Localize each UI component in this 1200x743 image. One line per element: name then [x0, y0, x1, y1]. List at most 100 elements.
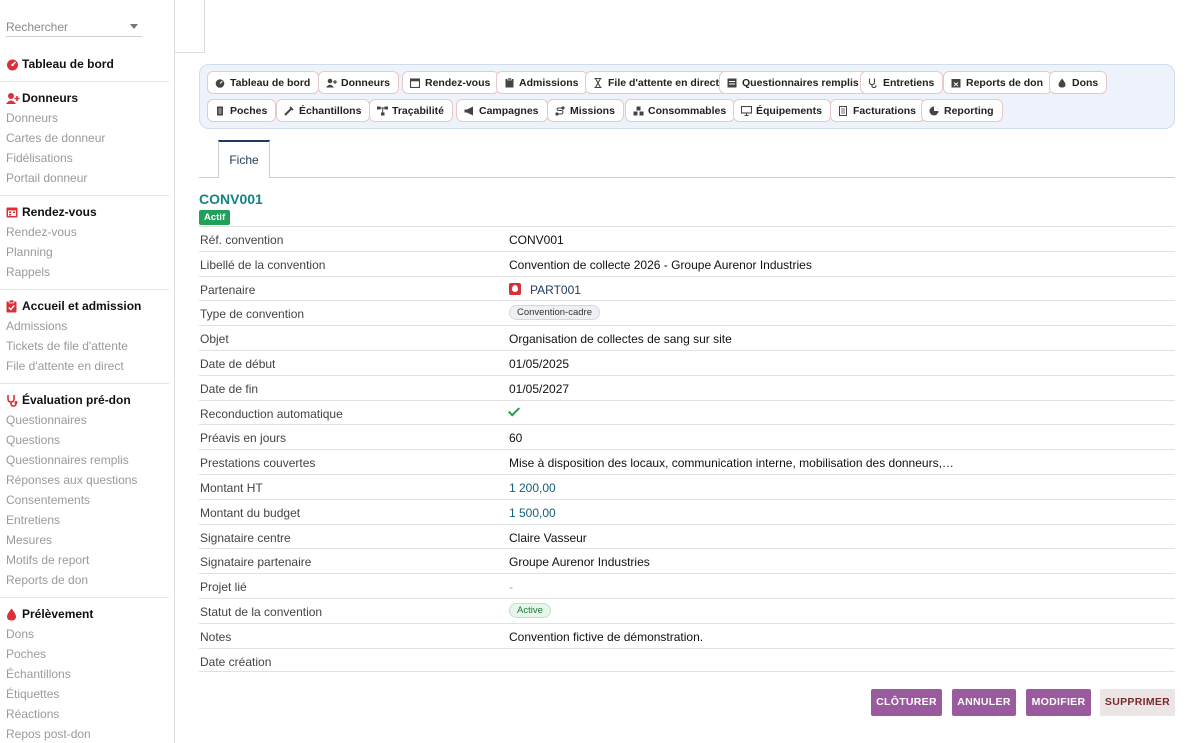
nav-campagnes[interactable]: Campagnes	[456, 99, 548, 122]
sidebar-item-reponses[interactable]: Réponses aux questions	[0, 470, 169, 490]
sidebar-item-repos-post-don[interactable]: Repos post-don	[0, 724, 169, 743]
sidebar-item-etiquettes[interactable]: Étiquettes	[0, 684, 169, 704]
nav-label: Questionnaires remplis	[742, 76, 859, 89]
detail-table: Réf. convention CONV001 Libellé de la co…	[199, 226, 1175, 673]
field-row-preavis: Préavis en jours 60	[199, 424, 1175, 449]
user-plus-icon	[6, 92, 20, 105]
sidebar-section-title[interactable]: Donneurs	[0, 88, 169, 108]
sidebar-section-label: Accueil et admission	[22, 299, 142, 313]
nav-admissions[interactable]: Admissions	[496, 71, 588, 94]
tab-fiche[interactable]: Fiche	[218, 140, 270, 178]
sidebar-dashboard-label: Tableau de bord	[22, 57, 114, 71]
sidebar-item-donneurs[interactable]: Donneurs	[0, 108, 169, 128]
nav-label: Admissions	[519, 76, 579, 89]
sidebar-item-consentements[interactable]: Consentements	[0, 490, 169, 510]
sidebar-item-cartes-de-donneur[interactable]: Cartes de donneur	[0, 128, 169, 148]
route-icon	[555, 105, 565, 116]
nav-questionnaires-remplis[interactable]: Questionnaires remplis	[719, 71, 868, 94]
partenaire-link[interactable]: PART001	[530, 283, 581, 297]
field-row-prestations: Prestations couvertes Mise à disposition…	[199, 449, 1175, 474]
field-row-objet: Objet Organisation de collectes de sang …	[199, 325, 1175, 350]
sidebar-item-reactions[interactable]: Réactions	[0, 704, 169, 724]
gauge-icon	[215, 78, 225, 88]
modifier-button[interactable]: MODIFIER	[1026, 689, 1091, 716]
nav-missions[interactable]: Missions	[547, 99, 624, 122]
field-label: Prestations couvertes	[200, 456, 316, 471]
field-label: Reconduction automatique	[200, 406, 343, 421]
sidebar-item-poches[interactable]: Poches	[0, 644, 169, 664]
nav-donneurs[interactable]: Donneurs	[318, 71, 400, 94]
sidebar-item-motifs-report[interactable]: Motifs de report	[0, 550, 169, 570]
nav-entretiens[interactable]: Entretiens	[860, 71, 944, 94]
field-label: Montant du budget	[200, 505, 301, 520]
sidebar-item-rendez-vous[interactable]: Rendez-vous	[0, 222, 169, 242]
nav-tableau-de-bord[interactable]: Tableau de bord	[207, 71, 320, 94]
search-select[interactable]: Rechercher	[6, 17, 142, 37]
nav-echantillons[interactable]: Échantillons	[276, 99, 371, 122]
nav-reports-de-don[interactable]: Reports de don	[943, 71, 1053, 94]
nav-poches[interactable]: Poches	[207, 99, 277, 122]
sidebar-section-title[interactable]: Accueil et admission	[0, 296, 169, 316]
nav-label: Poches	[230, 104, 268, 117]
sidebar-item-portail-donneur[interactable]: Portail donneur	[0, 168, 169, 188]
sidebar-item-mesures[interactable]: Mesures	[0, 530, 169, 550]
field-label: Type de convention	[200, 307, 305, 322]
supprimer-button[interactable]: SUPPRIMER	[1100, 689, 1175, 716]
nav-file-attente[interactable]: File d'attente en direct	[585, 71, 729, 94]
nav-tracabilite[interactable]: Traçabilité	[369, 99, 453, 122]
field-label: Date de début	[200, 356, 276, 371]
sidebar-item-admissions[interactable]: Admissions	[0, 316, 169, 336]
sidebar-item-tickets[interactable]: Tickets de file d'attente	[0, 336, 169, 356]
field-label: Libellé de la convention	[200, 257, 326, 272]
divider	[0, 289, 169, 290]
type-tag: Convention-cadre	[509, 305, 600, 321]
nav-consommables[interactable]: Consommables	[625, 99, 736, 122]
sidebar-item-reports-don[interactable]: Reports de don	[0, 570, 169, 590]
sidebar-item-dons[interactable]: Dons	[0, 624, 169, 644]
megaphone-icon	[464, 106, 474, 116]
field-value: 1 200,00	[509, 480, 556, 495]
nav-facturations[interactable]: Facturations	[830, 99, 926, 122]
blood-drop-icon	[1057, 78, 1067, 88]
field-label: Préavis en jours	[200, 431, 287, 446]
user-plus-icon	[326, 78, 337, 88]
sidebar-dashboard[interactable]: Tableau de bord	[0, 54, 169, 74]
divider	[0, 81, 169, 82]
field-label: Date création	[200, 654, 272, 669]
sidebar-toggle-area	[175, 0, 205, 53]
sidebar-item-planning[interactable]: Planning	[0, 242, 169, 262]
sidebar-item-file-attente[interactable]: File d'attente en direct	[0, 356, 169, 376]
cloturer-button[interactable]: CLÔTURER	[871, 689, 942, 716]
nav-label: Tableau de bord	[230, 76, 311, 89]
sidebar-section-title[interactable]: Prélèvement	[0, 604, 169, 624]
sidebar-item-questions[interactable]: Questions	[0, 430, 169, 450]
field-row-reconduction: Reconduction automatique	[199, 399, 1175, 425]
sidebar-section-label: Donneurs	[22, 91, 79, 105]
field-row-budget: Montant du budget 1 500,00	[199, 498, 1175, 524]
monitor-icon	[740, 105, 753, 116]
nav-rendez-vous[interactable]: Rendez-vous	[402, 71, 500, 94]
field-label: Date de fin	[200, 381, 259, 396]
check-icon	[507, 404, 521, 417]
nav-equipements[interactable]: Équipements	[733, 99, 831, 122]
nav-label: Consommables	[648, 104, 727, 117]
sidebar-item-echantillons[interactable]: Échantillons	[0, 664, 169, 684]
sidebar-item-rappels[interactable]: Rappels	[0, 262, 169, 282]
sidebar-section-donneurs: Donneurs Donneurs Cartes de donneur Fidé…	[0, 88, 169, 188]
status-badge: Actif	[199, 210, 231, 225]
sidebar-item-entretiens[interactable]: Entretiens	[0, 510, 169, 530]
sidebar-item-fidelisations[interactable]: Fidélisations	[0, 148, 169, 168]
sidebar-section-title[interactable]: Rendez-vous	[0, 202, 169, 222]
annuler-button[interactable]: ANNULER	[952, 689, 1016, 716]
nav-dons[interactable]: Dons	[1049, 71, 1108, 94]
sidebar-section-label: Prélèvement	[22, 607, 94, 621]
chevron-down-icon[interactable]	[130, 24, 138, 29]
sidebar-item-questionnaires-remplis[interactable]: Questionnaires remplis	[0, 450, 169, 470]
sidebar-section-title[interactable]: Évaluation pré-don	[0, 390, 169, 410]
field-value: Groupe Aurenor Industries	[509, 555, 650, 570]
pipette-icon	[284, 105, 294, 116]
field-value: 01/05/2025	[509, 356, 570, 371]
nav-reporting[interactable]: Reporting	[921, 99, 1003, 122]
sidebar-item-questionnaires[interactable]: Questionnaires	[0, 410, 169, 430]
nav-label: Échantillons	[299, 104, 362, 117]
